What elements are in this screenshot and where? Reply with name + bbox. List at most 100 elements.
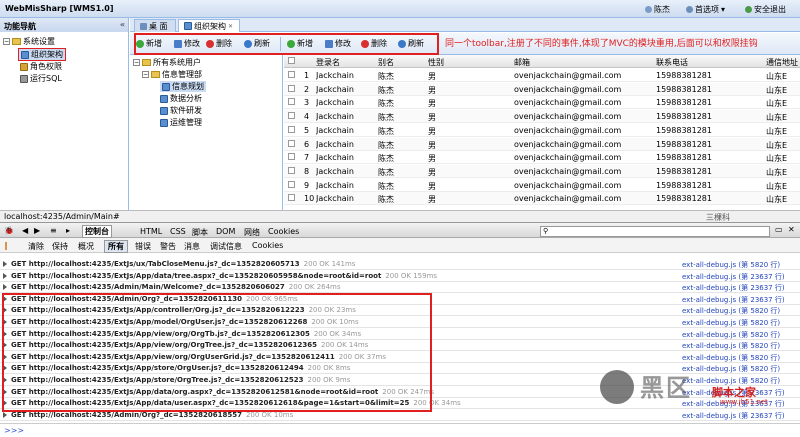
table-cell: 男 [428, 72, 436, 81]
filter-warnings[interactable]: 警告 [160, 241, 176, 252]
filter-all[interactable]: 所有 [104, 240, 128, 253]
row-checkbox[interactable] [288, 180, 295, 190]
table-row[interactable]: 3 Jackchain 陈杰 男 ovenjackchain@gmail.com 1598… [284, 96, 800, 110]
logout-label: 安全退出 [754, 5, 786, 14]
nav-tree: − 系统设置 组织架构 角色权限 运行SQL [0, 32, 129, 210]
table-row[interactable]: 7 Jackchain 陈杰 男 ovenjackchain@gmail.com 1598… [284, 151, 800, 165]
tab-css[interactable]: CSS [170, 227, 186, 236]
log-source-link[interactable]: ext-all-debug.js (第 5820 行) [682, 306, 780, 316]
tab-console[interactable]: 控制台 [82, 225, 112, 238]
row-checkbox[interactable] [288, 98, 295, 107]
log-source-link[interactable]: ext-all-debug.js (第 23637 行) [682, 272, 785, 282]
filter-debug[interactable]: 调试信息 [210, 241, 242, 252]
tab-html[interactable]: HTML [140, 227, 162, 236]
table-row[interactable]: 1 Jackchain 陈杰 男 ovenjackchain@gmail.com 1598… [284, 69, 800, 82]
log-source-link[interactable]: ext-all-debug.js (第 5820 行) [682, 353, 780, 363]
collapse-toggle-icon[interactable]: − [3, 38, 10, 45]
table-row[interactable]: 10 Jackchain 陈杰 男 ovenjackchain@gmail.com 159… [284, 192, 800, 206]
expand-icon[interactable] [3, 272, 7, 279]
log-source-link[interactable]: ext-all-debug.js (第 5820 行) [682, 330, 780, 340]
tab-org[interactable]: 组织架构 ✕ [178, 19, 240, 32]
org-child-dev[interactable]: 软件研发 [160, 105, 202, 116]
log-entry[interactable]: GET http://localhost:4235/Admin/Main/Wel… [0, 281, 800, 294]
prefs-button[interactable]: 首选项 ▾ [686, 4, 725, 15]
row-checkbox[interactable] [288, 125, 295, 135]
nav-item-roles[interactable]: 角色权限 [20, 61, 62, 72]
org-child-data[interactable]: 数据分析 [160, 93, 202, 104]
org-child-plan[interactable]: 信息规划 [160, 81, 206, 92]
close-icon[interactable]: ✕ [228, 23, 233, 30]
expand-icon[interactable] [3, 284, 7, 291]
collapse-toggle-icon[interactable]: − [133, 59, 140, 66]
table-row[interactable]: 4 Jackchain 陈杰 男 ovenjackchain@gmail.com 1598… [284, 110, 800, 124]
collapse-toggle-icon[interactable]: − [142, 71, 149, 78]
col-address[interactable]: 通信地址 [766, 57, 798, 68]
table-row[interactable]: 2 Jackchain 陈杰 男 ovenjackchain@gmail.com 1598… [284, 82, 800, 96]
nav-item-org[interactable]: 组织架构 [18, 48, 66, 61]
table-cell: 9 [304, 180, 310, 190]
command-line[interactable]: >>> [0, 423, 800, 437]
nav-item-sql[interactable]: 运行SQL [20, 73, 62, 84]
col-alias[interactable]: 别名 [378, 57, 394, 68]
logout-button[interactable]: 安全退出 [745, 4, 786, 15]
search-input[interactable]: ⚲ [540, 226, 770, 237]
log-source-link[interactable]: ext-all-debug.js (第 23637 行) [682, 295, 785, 305]
row-checkbox[interactable] [288, 153, 295, 162]
org-child-ops[interactable]: 运维管理 [160, 117, 202, 128]
persist-button[interactable]: 保持 [52, 241, 68, 252]
tab-dom[interactable]: DOM [216, 227, 235, 236]
table-cell: ovenjackchain@gmail.com [514, 153, 622, 163]
table-row[interactable]: 6 Jackchain 陈杰 男 ovenjackchain@gmail.com 1598… [284, 137, 800, 151]
expand-icon[interactable] [3, 411, 7, 418]
pause-icon[interactable]: ‖ [4, 241, 8, 250]
row-checkbox[interactable] [288, 139, 295, 149]
row-checkbox[interactable] [288, 166, 295, 176]
select-all-checkbox[interactable] [288, 57, 295, 66]
tab-desktop[interactable]: 桌 面 [134, 19, 176, 32]
table-cell: Jackchain [316, 166, 354, 176]
log-status: 200 OK 159ms [385, 271, 438, 280]
col-login[interactable]: 登录名 [316, 57, 340, 68]
list-icon[interactable]: ≡ [50, 226, 57, 235]
table-cell: 15988381281 [656, 166, 712, 176]
clear-button[interactable]: 清除 [28, 241, 44, 252]
table-cell: 男 [428, 85, 436, 95]
row-checkbox[interactable] [288, 84, 295, 94]
table-row[interactable]: 8 Jackchain 陈杰 男 ovenjackchain@gmail.com 1598… [284, 164, 800, 178]
filter-cookies[interactable]: Cookies [252, 241, 283, 250]
col-phone[interactable]: 联系电话 [656, 57, 688, 68]
filter-errors[interactable]: 错误 [135, 241, 151, 252]
table-row[interactable]: 5 Jackchain 陈杰 男 ovenjackchain@gmail.com 1598… [284, 124, 800, 137]
user-menu[interactable]: 陈杰 [645, 4, 670, 15]
table-row[interactable]: 9 Jackchain 陈杰 男 ovenjackchain@gmail.com 1598… [284, 179, 800, 192]
org-root[interactable]: − 所有系统用户 [133, 57, 201, 68]
log-entry[interactable]: GET http://localhost:4235/ExtJs/App/data… [0, 270, 800, 282]
org-tree: − 所有系统用户 − 信息管理部 信息规划 数据分析 软件研发 运维管理 [130, 55, 283, 210]
row-checkbox[interactable] [288, 112, 295, 121]
log-source-link[interactable]: ext-all-debug.js (第 5820 行) [682, 341, 780, 351]
firebug-icon[interactable]: 🐞 [4, 226, 14, 235]
col-email[interactable]: 邮箱 [514, 57, 530, 68]
collapse-icon[interactable]: « [120, 20, 125, 29]
tab-net[interactable]: 网络 [244, 227, 260, 238]
tab-script[interactable]: 脚本 [192, 227, 208, 238]
org-dept[interactable]: − 信息管理部 [142, 69, 202, 80]
col-gender[interactable]: 性别 [428, 57, 444, 68]
row-checkbox[interactable] [288, 194, 295, 203]
log-entry[interactable]: GET http://localhost:4235/ExtJs/ux/TabCl… [0, 258, 800, 270]
close-icon[interactable]: ✕ [788, 225, 795, 234]
nav-root[interactable]: − 系统设置 [3, 36, 55, 47]
back-icon[interactable]: ◀ [22, 226, 28, 235]
expand-icon[interactable] [3, 261, 7, 267]
log-url: GET http://localhost:4235/ExtJs/ux/TabCl… [11, 260, 300, 268]
log-source-link[interactable]: ext-all-debug.js (第 5820 行) [682, 318, 780, 328]
row-checkbox[interactable] [288, 71, 295, 80]
log-source-link[interactable]: ext-all-debug.js (第 23637 行) [682, 283, 785, 293]
filter-info[interactable]: 消息 [184, 241, 200, 252]
next-icon[interactable]: ▸ [66, 226, 70, 235]
profile-button[interactable]: 概况 [78, 241, 94, 252]
forward-icon[interactable]: ▶ [34, 226, 40, 235]
log-source-link[interactable]: ext-all-debug.js (第 5820 行) [682, 260, 780, 270]
tab-cookies[interactable]: Cookies [268, 227, 299, 236]
minimize-icon[interactable]: ▭ [775, 225, 783, 234]
